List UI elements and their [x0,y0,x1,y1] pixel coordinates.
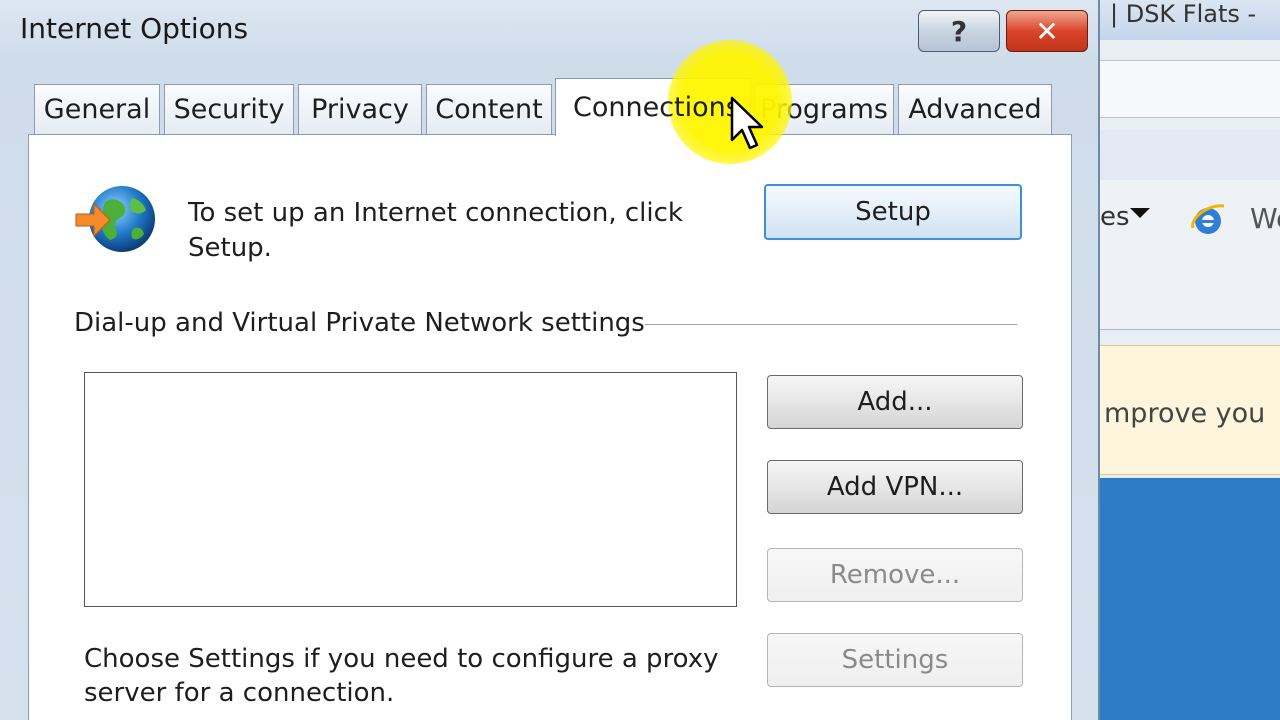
remove-button: Remove... [767,548,1023,602]
info-bar-text: mprove you [1104,398,1266,429]
close-button[interactable]: ✕ [1006,10,1088,52]
connections-listbox[interactable] [84,372,737,607]
mouse-pointer-icon [730,96,764,150]
dialup-vpn-group-label: Dial-up and Virtual Private Network sett… [74,308,645,338]
help-icon: ? [950,14,968,48]
tab-general[interactable]: General [34,84,160,134]
background-titlebar: | DSK Flats - [1090,0,1280,40]
close-icon: ✕ [1035,14,1059,48]
group-divider [645,324,1017,325]
background-info-bar[interactable]: mprove you [1100,345,1280,475]
dialog-title: Internet Options [20,12,249,45]
tab-advanced[interactable]: Advanced [898,84,1052,134]
tab-strip: General Security Privacy Content Program… [30,78,1070,136]
help-button[interactable]: ? [918,10,1000,52]
background-address-bar[interactable] [1100,60,1280,118]
background-menu-strip [1100,130,1280,180]
tab-security[interactable]: Security [164,84,294,134]
internet-connection-globe-icon [75,186,155,252]
add-vpn-button[interactable]: Add VPN... [767,460,1023,514]
chevron-down-icon[interactable] [1130,208,1150,218]
background-page-area [1100,478,1280,720]
dialog-titlebar[interactable]: Internet Options ? ✕ [0,0,1100,62]
settings-button: Settings [767,633,1023,687]
background-browser-window: | DSK Flats - es We mprove you [1090,0,1280,720]
tab-privacy[interactable]: Privacy [298,84,422,134]
setup-button[interactable]: Setup [764,184,1022,240]
proxy-description: Choose Settings if you need to configure… [84,644,719,708]
setup-description: To set up an Internet connection, click … [188,198,683,263]
tab-content[interactable]: Content [426,84,552,134]
tab-connections-label: Connections [573,92,740,123]
web-slice-label-fragment[interactable]: We [1250,202,1280,235]
internet-explorer-icon [1191,204,1225,234]
internet-options-dialog: Internet Options ? ✕ General Security Pr… [0,0,1100,720]
favorites-label-fragment[interactable]: es [1100,202,1130,232]
background-window-title: | DSK Flats - [1110,0,1257,28]
add-button[interactable]: Add... [767,375,1023,429]
